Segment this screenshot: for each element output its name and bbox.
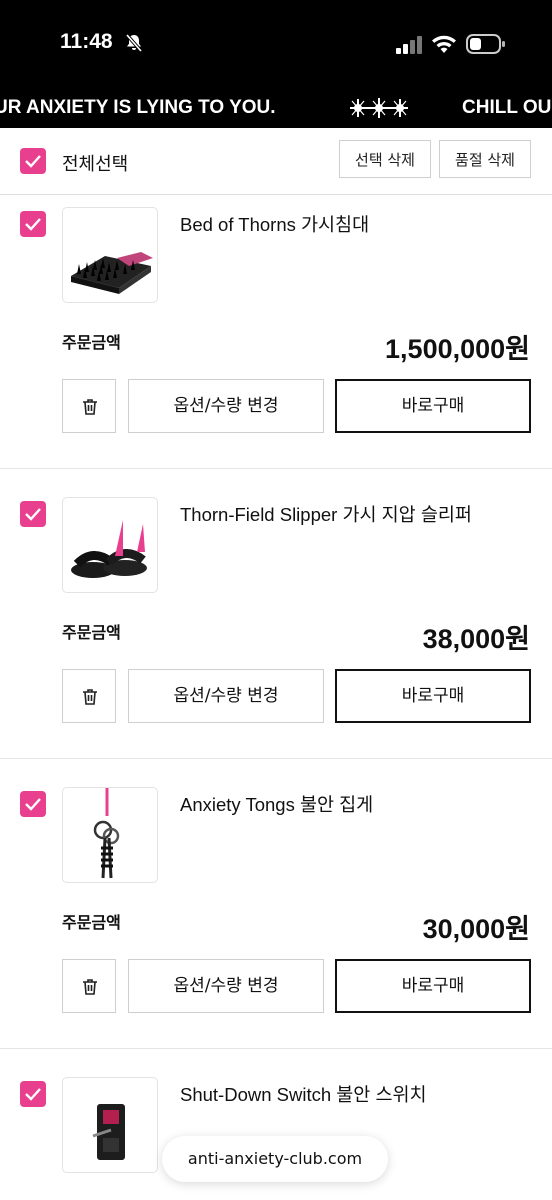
item-checkbox[interactable] bbox=[20, 211, 46, 237]
item-divider bbox=[0, 1048, 552, 1049]
trash-icon bbox=[83, 399, 97, 415]
cart-item: Bed of Thorns 가시침대 주문금액 1,500,000원 옵션/수량… bbox=[0, 199, 552, 489]
wifi-icon bbox=[432, 35, 456, 53]
order-amount-value: 38,000원 bbox=[422, 624, 530, 654]
product-thumbnail[interactable] bbox=[62, 1077, 158, 1173]
trash-icon bbox=[83, 979, 97, 995]
product-name[interactable]: Thorn-Field Slipper 가시 지압 슬리퍼 bbox=[180, 501, 472, 527]
change-option-button[interactable]: 옵션/수량 변경 bbox=[128, 379, 324, 433]
marquee-text-left: UR ANXIETY IS LYING TO YOU. bbox=[0, 97, 276, 118]
check-icon bbox=[25, 508, 41, 521]
order-amount-value: 30,000원 bbox=[422, 914, 530, 944]
check-icon bbox=[25, 798, 41, 811]
check-icon bbox=[25, 1088, 41, 1101]
marquee-banner: UR ANXIETY IS LYING TO YOU. CHILL OU bbox=[0, 88, 552, 128]
trash-icon bbox=[83, 689, 97, 705]
buy-now-button[interactable]: 바로구매 bbox=[335, 959, 531, 1013]
bell-muted-icon bbox=[125, 33, 143, 53]
check-icon bbox=[25, 155, 41, 168]
switch-image bbox=[92, 1104, 125, 1160]
battery-icon bbox=[466, 34, 505, 54]
cellular-signal-icon bbox=[396, 36, 422, 54]
item-checkbox[interactable] bbox=[20, 791, 46, 817]
change-option-button[interactable]: 옵션/수량 변경 bbox=[128, 669, 324, 723]
delete-selected-button[interactable]: 선택 삭제 bbox=[339, 140, 431, 178]
check-icon bbox=[25, 218, 41, 231]
product-thumbnail[interactable] bbox=[62, 787, 158, 883]
status-bar: 11:48 bbox=[0, 0, 552, 88]
tongs-image bbox=[93, 788, 120, 879]
product-thumbnail[interactable] bbox=[62, 207, 158, 303]
spike-slipper-image bbox=[71, 520, 147, 578]
order-amount-label: 주문금액 bbox=[62, 333, 121, 352]
spike-bed-image bbox=[71, 252, 153, 294]
item-divider bbox=[0, 758, 552, 759]
delete-soldout-button[interactable]: 품절 삭제 bbox=[439, 140, 531, 178]
delete-item-button[interactable] bbox=[62, 959, 116, 1013]
club-logo-icon bbox=[350, 98, 408, 118]
item-divider bbox=[0, 468, 552, 469]
change-option-button[interactable]: 옵션/수량 변경 bbox=[128, 959, 324, 1013]
product-name[interactable]: Anxiety Tongs 불안 집게 bbox=[180, 791, 373, 817]
product-thumbnail[interactable] bbox=[62, 497, 158, 593]
item-checkbox[interactable] bbox=[20, 501, 46, 527]
select-all-checkbox[interactable] bbox=[20, 148, 46, 174]
order-amount-label: 주문금액 bbox=[62, 913, 121, 932]
product-name[interactable]: Bed of Thorns 가시침대 bbox=[180, 211, 369, 237]
cart-item: Thorn-Field Slipper 가시 지압 슬리퍼 주문금액 38,00… bbox=[0, 489, 552, 779]
order-amount-value: 1,500,000원 bbox=[385, 334, 530, 364]
address-bar[interactable]: anti-anxiety-club.com bbox=[162, 1136, 388, 1182]
cart-item: Anxiety Tongs 불안 집게 주문금액 30,000원 옵션/수량 변… bbox=[0, 779, 552, 1069]
order-amount-label: 주문금액 bbox=[62, 623, 121, 642]
product-name[interactable]: Shut-Down Switch 불안 스위치 bbox=[180, 1081, 427, 1107]
delete-item-button[interactable] bbox=[62, 669, 116, 723]
buy-now-button[interactable]: 바로구매 bbox=[335, 669, 531, 723]
delete-item-button[interactable] bbox=[62, 379, 116, 433]
buy-now-button[interactable]: 바로구매 bbox=[335, 379, 531, 433]
select-all-label: 전체선택 bbox=[62, 154, 129, 175]
item-checkbox[interactable] bbox=[20, 1081, 46, 1107]
status-time: 11:48 bbox=[60, 30, 113, 53]
marquee-text-right: CHILL OU bbox=[462, 97, 552, 118]
select-all-bar: 전체선택 선택 삭제 품절 삭제 bbox=[0, 128, 552, 195]
